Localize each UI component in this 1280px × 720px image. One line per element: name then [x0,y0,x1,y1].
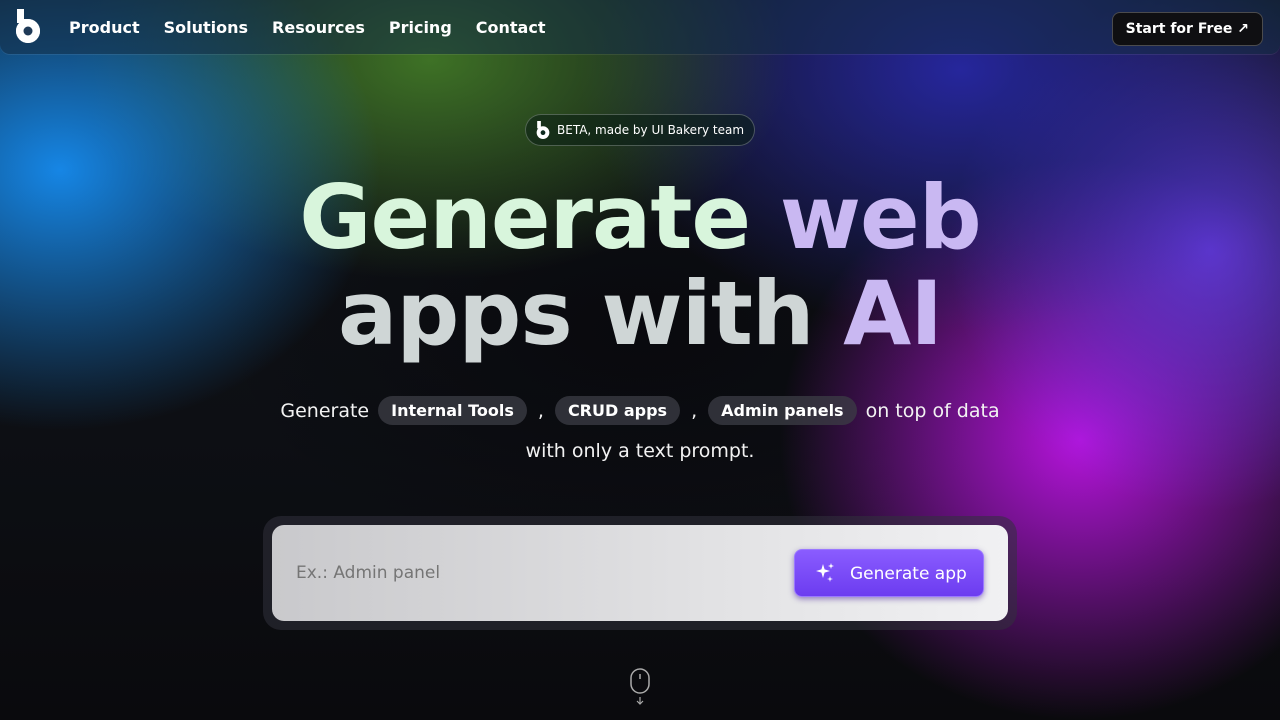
navbar: Product Solutions Resources Pricing Cont… [0,0,1280,54]
chip-crud-apps: CRUD apps [554,396,681,425]
chip-admin-panels: Admin panels [708,396,857,425]
nav-contact[interactable]: Contact [476,18,546,37]
generate-app-label: Generate app [850,564,967,584]
chip-internal-tools: Internal Tools [378,396,527,425]
prompt-container: Generate app [263,516,1017,630]
comma: , [691,399,698,422]
sparkles-icon [816,563,834,582]
nav-solutions[interactable]: Solutions [164,18,248,37]
headline-word-generate: Generate [299,166,751,269]
generate-app-button[interactable]: Generate app [794,549,984,597]
start-for-free-button[interactable]: Start for Free ↗ [1111,12,1263,46]
prompt-input[interactable] [296,563,756,583]
beta-badge-text: BETA, made by UI Bakery team [557,123,745,137]
nav-pricing[interactable]: Pricing [389,18,452,37]
headline-apps-with: apps with [337,262,844,365]
logo-small-icon [536,121,550,139]
headline-word-web: web [750,166,982,269]
beta-badge: BETA, made by UI Bakery team [525,114,755,146]
nav-links: Product Solutions Resources Pricing Cont… [69,0,569,54]
comma: , [537,399,544,422]
logo-icon[interactable] [14,9,42,43]
nav-product[interactable]: Product [69,18,140,37]
start-for-free-label: Start for Free ↗ [1125,21,1249,37]
scroll-mouse-icon [630,668,650,705]
prompt-box: Generate app [272,525,1008,621]
subtitle-line-1: Generate Internal Tools , CRUD apps , Ad… [0,396,1280,425]
nav-resources[interactable]: Resources [272,18,365,37]
headline-word-ai: AI [843,262,943,365]
subtitle-prefix: Generate [280,399,370,422]
hero-headline: Generate web apps with AI [0,170,1280,362]
subtitle-line-2: with only a text prompt. [525,440,755,462]
subtitle-suffix: on top of data [865,399,1000,422]
